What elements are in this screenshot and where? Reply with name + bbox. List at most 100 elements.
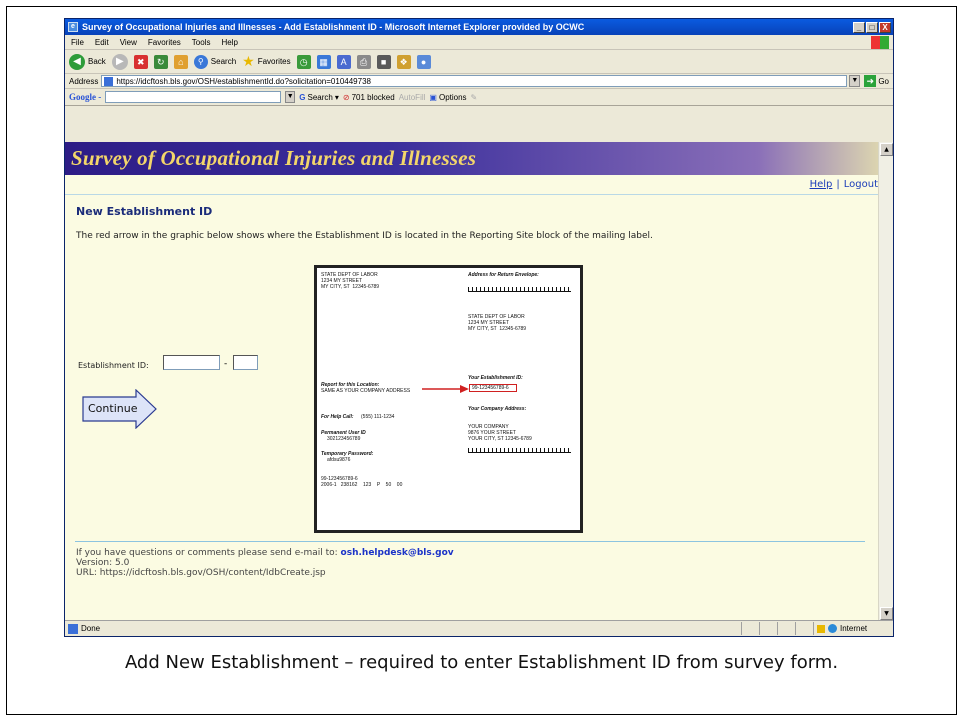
establishment-id-title: Your Establishment ID: <box>468 375 523 381</box>
page-title: New Establishment ID <box>76 205 213 218</box>
media-icon[interactable]: ▦ <box>316 54 331 69</box>
status-pane <box>759 622 777 635</box>
report-location-value: SAME AS YOUR COMPANY ADDRESS <box>321 388 411 394</box>
go-label: Go <box>878 76 889 86</box>
forward-button[interactable]: ▶ <box>111 53 128 70</box>
options-icon: ▣ <box>429 92 437 102</box>
search-button[interactable]: ⚲ Search <box>193 54 237 69</box>
google-dropdown-icon[interactable]: ▼ <box>285 91 296 103</box>
footer-divider <box>75 541 865 542</box>
options-button[interactable]: ▣ Options <box>429 93 466 102</box>
favorites-label: Favorites <box>257 57 291 66</box>
print-icon[interactable]: ⎙ <box>356 54 371 69</box>
page-done-icon <box>68 623 78 634</box>
address-url: https://idcftosh.bls.gov/OSH/establishme… <box>116 76 371 86</box>
company-address-title: Your Company Address: <box>468 406 527 412</box>
temp-password-value: afdsu9876 <box>327 457 351 463</box>
permanent-id-value: 302123456789 <box>327 436 361 442</box>
intro-text: The red arrow in the graphic below shows… <box>76 231 653 241</box>
globe-icon <box>828 624 837 633</box>
continue-label: Continue <box>88 402 138 415</box>
autofill-button[interactable]: AutoFill <box>399 93 426 102</box>
menu-favorites[interactable]: Favorites <box>148 38 181 47</box>
back-button[interactable]: ◀ Back <box>69 53 106 70</box>
status-pane <box>741 622 759 635</box>
logout-link[interactable]: Logout <box>844 179 878 190</box>
title-bar[interactable]: e Survey of Occupational Injuries and Il… <box>65 19 893 35</box>
zone-label: Internet <box>840 624 868 633</box>
close-button[interactable]: X <box>879 21 891 33</box>
window-title: Survey of Occupational Injuries and Illn… <box>82 22 585 32</box>
sender-address: STATE DEPT OF LABOR 1234 MY STREET MY CI… <box>321 272 380 290</box>
status-pane <box>777 622 795 635</box>
go-button[interactable]: ➜ Go <box>864 75 889 87</box>
google-search-label: Search <box>307 92 333 102</box>
refresh-icon[interactable]: ↻ <box>153 54 168 69</box>
back-arrow-icon: ◀ <box>69 53 85 70</box>
establishment-id-highlight: 99-123456789-6 <box>469 384 517 392</box>
google-search-button[interactable]: G Search ▾ <box>299 93 339 102</box>
security-zone: Internet <box>813 622 893 635</box>
edit-icon[interactable]: ■ <box>376 54 391 69</box>
helpdesk-email-link[interactable]: osh.helpdesk@bls.gov <box>341 548 454 558</box>
search-label: Search <box>210 57 237 66</box>
blocked-icon: ⊘ <box>342 92 350 102</box>
establishment-id-suffix-field[interactable] <box>233 355 258 370</box>
banner-title: Survey of Occupational Injuries and Illn… <box>71 146 477 170</box>
scroll-up-icon[interactable]: ▲ <box>880 143 893 156</box>
windows-logo-icon <box>871 35 889 49</box>
link-separator: | <box>836 179 840 190</box>
research-icon[interactable]: ❖ <box>396 54 411 69</box>
menu-tools[interactable]: Tools <box>192 38 211 47</box>
version-text: Version: 5.0 <box>76 558 130 568</box>
site-banner: Survey of Occupational Injuries and Illn… <box>65 142 880 175</box>
establishment-id-label: Establishment ID: <box>78 361 149 370</box>
browser-window: e Survey of Occupational Injuries and Il… <box>64 18 894 637</box>
pencil-icon[interactable]: ✎ <box>471 93 478 102</box>
messenger-icon[interactable]: ● <box>416 54 431 69</box>
return-address: STATE DEPT OF LABOR 1234 MY STREET MY CI… <box>468 314 527 332</box>
minimize-button[interactable]: _ <box>853 21 865 33</box>
stop-icon[interactable]: ✖ <box>133 54 148 69</box>
code-line-2: 2006-1 238162 123 P 50 00 <box>321 482 403 488</box>
barcode-bottom <box>468 448 571 453</box>
blocked-count: 701 blocked <box>351 92 395 102</box>
help-phone: (555) 111-1234 <box>361 414 395 420</box>
page-icon <box>104 76 114 86</box>
page-footer: If you have questions or comments please… <box>76 548 454 578</box>
star-icon: ★ <box>242 53 255 69</box>
page-viewport: Survey of Occupational Injuries and Illn… <box>65 142 880 621</box>
ie-icon: e <box>68 22 78 32</box>
menu-view[interactable]: View <box>120 38 137 47</box>
options-label: Options <box>438 92 467 102</box>
scroll-down-icon[interactable]: ▼ <box>880 607 893 620</box>
address-dropdown-icon[interactable]: ▼ <box>849 75 861 87</box>
favorites-button[interactable]: ★ Favorites <box>242 53 290 70</box>
vertical-scrollbar[interactable]: ▲ ▼ <box>878 142 893 621</box>
company-address: YOUR COMPANY 9876 YOUR STREET YOUR CITY,… <box>468 424 532 442</box>
lock-icon <box>817 624 825 633</box>
mail-icon[interactable]: A <box>336 54 351 69</box>
mailing-label-graphic: STATE DEPT OF LABOR 1234 MY STREET MY CI… <box>314 265 583 533</box>
establishment-id-field[interactable] <box>163 355 220 370</box>
status-text: Done <box>81 624 101 633</box>
menu-help[interactable]: Help <box>221 38 237 47</box>
google-logo[interactable]: Google - <box>69 92 101 102</box>
menu-edit[interactable]: Edit <box>95 38 109 47</box>
history-icon[interactable]: ◷ <box>296 54 311 69</box>
maximize-button[interactable]: □ <box>866 21 878 33</box>
home-icon[interactable]: ⌂ <box>173 54 188 69</box>
back-label: Back <box>88 57 106 66</box>
address-bar: Address https://idcftosh.bls.gov/OSH/est… <box>65 74 893 89</box>
google-search-input[interactable] <box>105 91 282 103</box>
popup-blocker[interactable]: ⊘ 701 blocked <box>343 93 395 102</box>
menu-file[interactable]: File <box>71 38 84 47</box>
red-arrow-icon <box>422 385 469 393</box>
toolbar: ◀ Back ▶ ✖ ↻ ⌂ ⚲ Search ★ Favorites ◷ ▦ … <box>65 50 893 74</box>
continue-button[interactable]: Continue <box>82 389 158 429</box>
address-input[interactable]: https://idcftosh.bls.gov/OSH/establishme… <box>101 75 848 87</box>
menu-bar: File Edit View Favorites Tools Help <box>65 35 893 50</box>
help-link[interactable]: Help <box>810 179 833 190</box>
search-icon: ⚲ <box>193 54 208 69</box>
top-links: Help | Logout <box>65 175 880 195</box>
